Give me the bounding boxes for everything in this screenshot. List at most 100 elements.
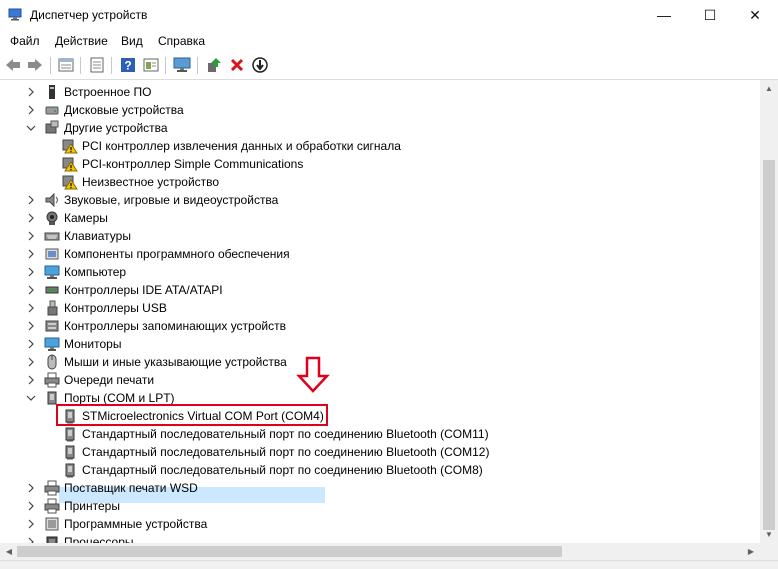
menu-action[interactable]: Действие bbox=[55, 34, 108, 48]
speaker-icon bbox=[44, 192, 60, 208]
tree-item-label: Стандартный последовательный порт по сое… bbox=[82, 427, 489, 441]
uninstall-icon[interactable] bbox=[228, 56, 246, 74]
tree-category[interactable]: Встроенное ПО bbox=[0, 83, 760, 101]
tree-category[interactable]: Мыши и иные указывающие устройства bbox=[0, 353, 760, 371]
menu-file[interactable]: Файл bbox=[10, 34, 40, 48]
minimize-button[interactable]: — bbox=[641, 0, 687, 30]
tree-category[interactable]: Компьютер bbox=[0, 263, 760, 281]
tree-item-label: Компоненты программного обеспечения bbox=[64, 247, 290, 261]
chevron-right-icon[interactable] bbox=[26, 374, 36, 386]
tree-category[interactable]: Камеры bbox=[0, 209, 760, 227]
tree-category[interactable]: Принтеры bbox=[0, 497, 760, 515]
mouse-icon bbox=[44, 354, 60, 370]
tree-category[interactable]: Мониторы bbox=[0, 335, 760, 353]
tree-item-label: Очереди печати bbox=[64, 373, 155, 387]
chevron-right-icon[interactable] bbox=[26, 500, 36, 512]
back-icon[interactable] bbox=[4, 56, 22, 74]
scroll-up-icon[interactable]: ▲ bbox=[760, 80, 778, 97]
chevron-right-icon[interactable] bbox=[26, 518, 36, 530]
storage-icon bbox=[44, 318, 60, 334]
tree-category[interactable]: Поставщик печати WSD bbox=[0, 479, 760, 497]
forward-icon[interactable] bbox=[26, 56, 44, 74]
tree-category[interactable]: Звуковые, игровые и видеоустройства bbox=[0, 191, 760, 209]
vertical-scrollbar[interactable]: ▲ ▼ bbox=[760, 80, 778, 543]
chevron-right-icon[interactable] bbox=[26, 482, 36, 494]
menu-help[interactable]: Справка bbox=[158, 34, 205, 48]
view-icon[interactable] bbox=[142, 56, 160, 74]
tree-item-label: Звуковые, игровые и видеоустройства bbox=[64, 193, 279, 207]
firmware-icon bbox=[44, 84, 60, 100]
tree-category[interactable]: Компоненты программного обеспечения bbox=[0, 245, 760, 263]
title-bar: Диспетчер устройств — ☐ ✕ bbox=[0, 0, 778, 30]
chevron-right-icon[interactable] bbox=[26, 302, 36, 314]
tree-item-label: Клавиатуры bbox=[64, 229, 131, 243]
tree-item-label: Неизвестное устройство bbox=[82, 175, 220, 189]
chevron-right-icon[interactable] bbox=[26, 194, 36, 206]
tree-device[interactable]: PCI контроллер извлечения данных и обраб… bbox=[0, 137, 760, 155]
red-arrow-down-icon bbox=[296, 356, 330, 393]
properties-icon[interactable] bbox=[57, 56, 75, 74]
scroll-down-icon[interactable]: ▼ bbox=[760, 526, 778, 543]
chevron-right-icon[interactable] bbox=[26, 212, 36, 224]
chevron-right-icon[interactable] bbox=[26, 86, 36, 98]
camera-icon bbox=[44, 210, 60, 226]
scroll-corner bbox=[760, 543, 778, 560]
tree-device[interactable]: PCI-контроллер Simple Communications bbox=[0, 155, 760, 173]
tree-device[interactable]: Стандартный последовательный порт по сое… bbox=[0, 443, 760, 461]
tree-category[interactable]: Процессоры bbox=[0, 533, 760, 543]
tree-device[interactable]: Стандартный последовательный порт по сое… bbox=[0, 461, 760, 479]
monitor-icon[interactable] bbox=[173, 56, 191, 74]
tree-category[interactable]: Очереди печати bbox=[0, 371, 760, 389]
chevron-down-icon[interactable] bbox=[26, 122, 36, 134]
tree-item-label: Стандартный последовательный порт по сое… bbox=[82, 463, 483, 477]
chevron-right-icon[interactable] bbox=[26, 104, 36, 116]
printer-icon bbox=[44, 498, 60, 514]
toolbar-separator bbox=[50, 57, 51, 74]
vertical-scroll-thumb[interactable] bbox=[763, 160, 775, 530]
device-tree[interactable]: Встроенное ПО Дисковые устройства Другие у… bbox=[0, 80, 760, 543]
red-highlight-box bbox=[56, 404, 328, 426]
tree-item-label: Процессоры bbox=[64, 535, 134, 543]
chevron-right-icon[interactable] bbox=[26, 320, 36, 332]
computer-icon bbox=[44, 264, 60, 280]
chevron-right-icon[interactable] bbox=[26, 248, 36, 260]
tree-category[interactable]: Контроллеры USB bbox=[0, 299, 760, 317]
details-icon[interactable] bbox=[88, 56, 106, 74]
help-icon[interactable]: ? bbox=[119, 56, 137, 74]
tree-device[interactable]: Неизвестное устройство bbox=[0, 173, 760, 191]
keyboard-icon bbox=[44, 228, 60, 244]
tree-device[interactable]: Стандартный последовательный порт по сое… bbox=[0, 425, 760, 443]
tree-item-label: Контроллеры запоминающих устройств bbox=[64, 319, 286, 333]
device-manager-app-icon bbox=[8, 8, 22, 21]
scroll-left-icon[interactable]: ◀ bbox=[0, 543, 18, 560]
chevron-right-icon[interactable] bbox=[26, 230, 36, 242]
tree-category[interactable]: Дисковые устройства bbox=[0, 101, 760, 119]
toolbar: ? bbox=[0, 51, 778, 80]
scroll-right-icon[interactable]: ▶ bbox=[742, 543, 760, 560]
horizontal-scrollbar[interactable]: ◀ ▶ bbox=[0, 543, 760, 560]
tree-item-label: Мыши и иные указывающие устройства bbox=[64, 355, 287, 369]
tree-item-label: PCI контроллер извлечения данных и обраб… bbox=[82, 139, 401, 153]
chevron-right-icon[interactable] bbox=[26, 266, 36, 278]
tree-category[interactable]: Контроллеры запоминающих устройств bbox=[0, 317, 760, 335]
chevron-down-icon[interactable] bbox=[26, 392, 36, 404]
tree-category[interactable]: Программные устройства bbox=[0, 515, 760, 533]
menu-view[interactable]: Вид bbox=[121, 34, 143, 48]
chevron-right-icon[interactable] bbox=[26, 284, 36, 296]
tree-category[interactable]: Контроллеры IDE ATA/ATAPI bbox=[0, 281, 760, 299]
other-devices-icon bbox=[44, 120, 60, 136]
disable-icon[interactable] bbox=[251, 56, 269, 74]
chevron-right-icon[interactable] bbox=[26, 536, 36, 543]
tree-category[interactable]: Клавиатуры bbox=[0, 227, 760, 245]
tree-item-label: Контроллеры IDE ATA/ATAPI bbox=[64, 283, 223, 297]
disk-icon bbox=[44, 102, 60, 118]
chevron-right-icon[interactable] bbox=[26, 356, 36, 368]
print-queue-icon bbox=[44, 372, 60, 388]
chevron-right-icon[interactable] bbox=[26, 338, 36, 350]
update-driver-icon[interactable] bbox=[205, 56, 223, 74]
maximize-button[interactable]: ☐ bbox=[687, 0, 733, 30]
toolbar-separator bbox=[80, 57, 81, 74]
horizontal-scroll-thumb[interactable] bbox=[17, 546, 562, 557]
close-button[interactable]: ✕ bbox=[732, 0, 778, 30]
tree-category[interactable]: Другие устройства bbox=[0, 119, 760, 137]
